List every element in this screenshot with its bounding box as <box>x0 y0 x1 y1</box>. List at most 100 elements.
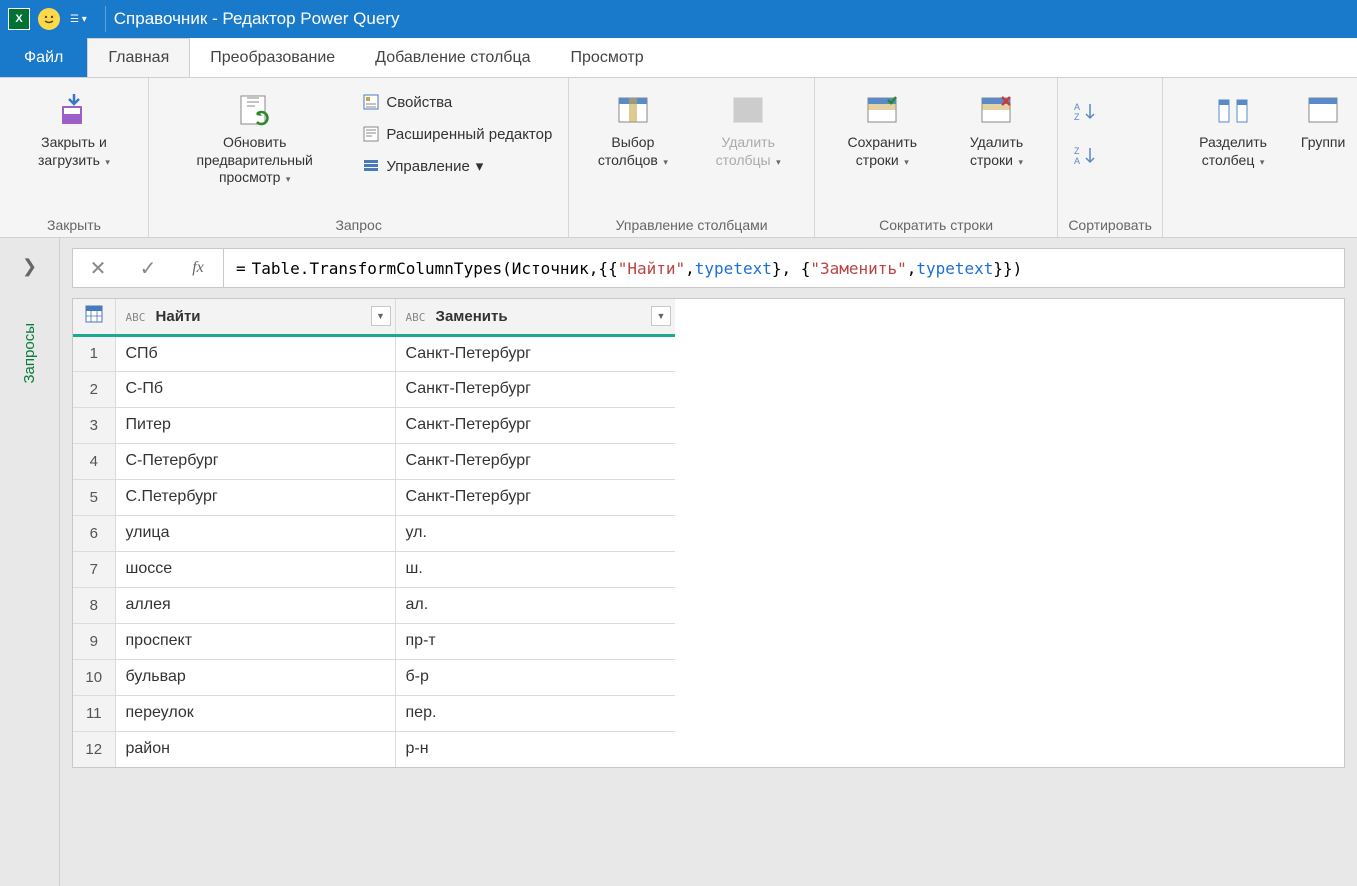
row-number[interactable]: 2 <box>73 371 115 407</box>
cell-replace[interactable]: пер. <box>395 695 675 731</box>
row-number[interactable]: 12 <box>73 731 115 767</box>
table-row[interactable]: 9проспектпр-т <box>73 623 675 659</box>
sort-group-label: Сортировать <box>1068 213 1152 235</box>
cell-find[interactable]: СПб <box>115 335 395 371</box>
cell-replace[interactable]: пр-т <box>395 623 675 659</box>
table-row[interactable]: 11переулокпер. <box>73 695 675 731</box>
cell-find[interactable]: улица <box>115 515 395 551</box>
tab-view[interactable]: Просмотр <box>551 38 664 77</box>
ribbon-group-close: Закрыть и загрузить ▾ Закрыть <box>0 78 149 237</box>
table-row[interactable]: 8аллеяал. <box>73 587 675 623</box>
table-row[interactable]: 3ПитерСанкт-Петербург <box>73 407 675 443</box>
cell-find[interactable]: переулок <box>115 695 395 731</box>
queries-expand-button[interactable]: ❯ <box>16 250 43 283</box>
table-row[interactable]: 1СПбСанкт-Петербург <box>73 335 675 371</box>
transform-group-label <box>1173 213 1347 235</box>
cell-replace[interactable]: ул. <box>395 515 675 551</box>
close-group-label: Закрыть <box>10 213 138 235</box>
table-row[interactable]: 10бульварб-р <box>73 659 675 695</box>
smiley-icon[interactable] <box>38 8 60 30</box>
cell-replace[interactable]: Санкт-Петербург <box>395 371 675 407</box>
cell-replace[interactable]: Санкт-Петербург <box>395 335 675 371</box>
remove-rows-button[interactable]: Удалить строки ▾ <box>946 84 1048 173</box>
cell-find[interactable]: район <box>115 731 395 767</box>
choose-columns-button[interactable]: Выбор столбцов ▾ <box>579 84 686 173</box>
formula-fx-button[interactable]: fx <box>173 249 223 287</box>
split-column-icon <box>1215 92 1251 128</box>
chevron-down-icon: ▾ <box>661 157 668 167</box>
column-type-icon: ABC <box>126 311 146 324</box>
cell-replace[interactable]: б-р <box>395 659 675 695</box>
properties-button[interactable]: Свойства <box>356 90 558 114</box>
excel-icon: X <box>8 8 30 30</box>
cell-replace[interactable]: Санкт-Петербург <box>395 479 675 515</box>
table-select-all[interactable] <box>73 299 115 335</box>
column-header-find[interactable]: ABC Найти ▼ <box>115 299 395 335</box>
table-row[interactable]: 7шоссеш. <box>73 551 675 587</box>
tab-home[interactable]: Главная <box>87 38 190 77</box>
row-number[interactable]: 4 <box>73 443 115 479</box>
advanced-editor-button[interactable]: Расширенный редактор <box>356 122 558 146</box>
formula-input[interactable]: = Table.TransformColumnTypes(Источник,{{… <box>223 248 1345 288</box>
group-by-icon <box>1305 92 1341 128</box>
tab-transform[interactable]: Преобразование <box>190 38 355 77</box>
column-filter-button[interactable]: ▼ <box>651 306 671 326</box>
row-number[interactable]: 11 <box>73 695 115 731</box>
close-load-icon <box>56 92 92 128</box>
row-number[interactable]: 5 <box>73 479 115 515</box>
keep-rows-icon <box>864 92 900 128</box>
queries-pane-label[interactable]: Запросы <box>21 323 38 384</box>
group-by-button[interactable]: Группи <box>1299 84 1347 156</box>
column-type-icon: ABC <box>406 311 426 324</box>
manage-button[interactable]: Управление ▾ <box>356 154 558 178</box>
cell-replace[interactable]: ал. <box>395 587 675 623</box>
cell-find[interactable]: Питер <box>115 407 395 443</box>
cell-find[interactable]: С.Петербург <box>115 479 395 515</box>
sort-asc-button[interactable]: AZ <box>1068 96 1102 126</box>
cell-replace[interactable]: ш. <box>395 551 675 587</box>
data-table: ABC Найти ▼ ABC Заменить ▼ 1СПбСанкт-Пет… <box>72 298 1345 768</box>
tab-add-column[interactable]: Добавление столбца <box>355 38 550 77</box>
row-number[interactable]: 3 <box>73 407 115 443</box>
chevron-down-icon: ▾ <box>902 157 909 167</box>
chevron-down-icon: ▾ <box>774 157 781 167</box>
cell-find[interactable]: проспект <box>115 623 395 659</box>
formula-cancel-button[interactable]: ✕ <box>73 249 123 287</box>
qat-dropdown-icon[interactable]: ☰ ▾ <box>66 12 91 27</box>
formula-accept-button[interactable]: ✓ <box>123 249 173 287</box>
row-number[interactable]: 6 <box>73 515 115 551</box>
cell-replace[interactable]: Санкт-Петербург <box>395 443 675 479</box>
cell-find[interactable]: С-Петербург <box>115 443 395 479</box>
chevron-down-icon: ▾ <box>103 157 110 167</box>
ribbon-group-transform: Разделить столбец ▾ Группи <box>1163 78 1357 237</box>
table-row[interactable]: 4С-ПетербургСанкт-Петербург <box>73 443 675 479</box>
cell-replace[interactable]: р-н <box>395 731 675 767</box>
table-row[interactable]: 2С-ПбСанкт-Петербург <box>73 371 675 407</box>
sort-desc-button[interactable]: ZA <box>1068 140 1102 170</box>
table-row[interactable]: 12районр-н <box>73 731 675 767</box>
keep-rows-button[interactable]: Сохранить строки ▾ <box>825 84 940 173</box>
row-number[interactable]: 1 <box>73 335 115 371</box>
close-load-button[interactable]: Закрыть и загрузить ▾ <box>10 84 138 173</box>
row-number[interactable]: 7 <box>73 551 115 587</box>
table-row[interactable]: 5С.ПетербургСанкт-Петербург <box>73 479 675 515</box>
query-group-label: Запрос <box>159 213 558 235</box>
row-number[interactable]: 8 <box>73 587 115 623</box>
column-header-replace[interactable]: ABC Заменить ▼ <box>395 299 675 335</box>
content-area: ❯ Запросы ✕ ✓ fx = Table.TransformColumn… <box>0 238 1357 886</box>
split-column-button[interactable]: Разделить столбец ▾ <box>1173 84 1293 173</box>
cell-replace[interactable]: Санкт-Петербург <box>395 407 675 443</box>
cell-find[interactable]: С-Пб <box>115 371 395 407</box>
row-number[interactable]: 10 <box>73 659 115 695</box>
cell-find[interactable]: аллея <box>115 587 395 623</box>
column-filter-button[interactable]: ▼ <box>371 306 391 326</box>
properties-icon <box>362 93 380 111</box>
row-number[interactable]: 9 <box>73 623 115 659</box>
remove-columns-button[interactable]: Удалить столбцы ▾ <box>692 84 804 173</box>
table-row[interactable]: 6улицаул. <box>73 515 675 551</box>
titlebar-divider <box>105 6 106 32</box>
cell-find[interactable]: бульвар <box>115 659 395 695</box>
tab-file[interactable]: Файл <box>0 38 87 77</box>
cell-find[interactable]: шоссе <box>115 551 395 587</box>
refresh-preview-button[interactable]: Обновить предварительный просмотр ▾ <box>159 84 350 191</box>
